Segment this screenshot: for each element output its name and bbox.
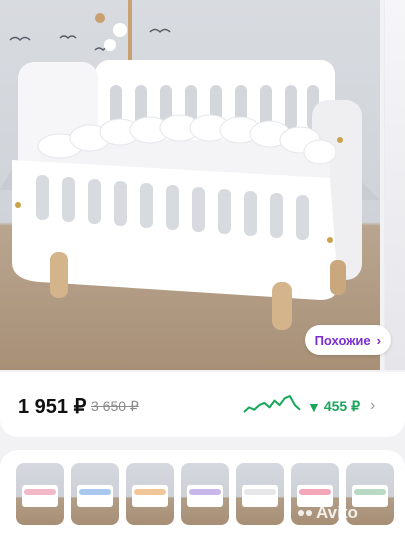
price-trend-sparkline[interactable] bbox=[243, 394, 301, 414]
watermark-text: Avito bbox=[316, 503, 358, 522]
current-price: 1 951 ₽ bbox=[18, 396, 87, 418]
similar-label: Похожие bbox=[314, 332, 371, 348]
thumbnail-1[interactable] bbox=[16, 463, 64, 525]
avito-logo-icon bbox=[298, 510, 312, 516]
price-drop[interactable]: ▼ 455 ₽ bbox=[307, 398, 360, 415]
next-photo-preview[interactable] bbox=[384, 0, 405, 370]
thumbnail-4[interactable] bbox=[181, 463, 229, 525]
bumper-color bbox=[79, 489, 111, 495]
crib-illustration bbox=[0, 0, 380, 330]
thumbnail-5[interactable] bbox=[236, 463, 284, 525]
avito-watermark: Avito bbox=[298, 503, 358, 523]
product-photo[interactable] bbox=[0, 0, 380, 370]
bumper-color bbox=[189, 489, 221, 495]
old-price: 3 650 ₽ bbox=[91, 398, 139, 414]
bumper-color bbox=[134, 489, 166, 495]
thumbnail-strip bbox=[0, 450, 405, 540]
thumbnail-3[interactable] bbox=[126, 463, 174, 525]
similar-button[interactable]: Похожие › bbox=[304, 325, 391, 355]
thumbnail-2[interactable] bbox=[71, 463, 119, 525]
bumper-color bbox=[244, 489, 276, 495]
chevron-right-icon: › bbox=[376, 332, 381, 348]
bumper-color bbox=[299, 489, 331, 495]
chevron-right-icon[interactable]: › bbox=[370, 397, 375, 415]
bumper-color bbox=[24, 489, 56, 495]
bumper-color bbox=[354, 489, 386, 495]
price-card: 1 951 ₽ 3 650 ₽ ▼ 455 ₽ › bbox=[0, 372, 405, 437]
arrow-down-icon: ▼ bbox=[307, 398, 321, 415]
price-drop-value: 455 ₽ bbox=[323, 398, 361, 414]
